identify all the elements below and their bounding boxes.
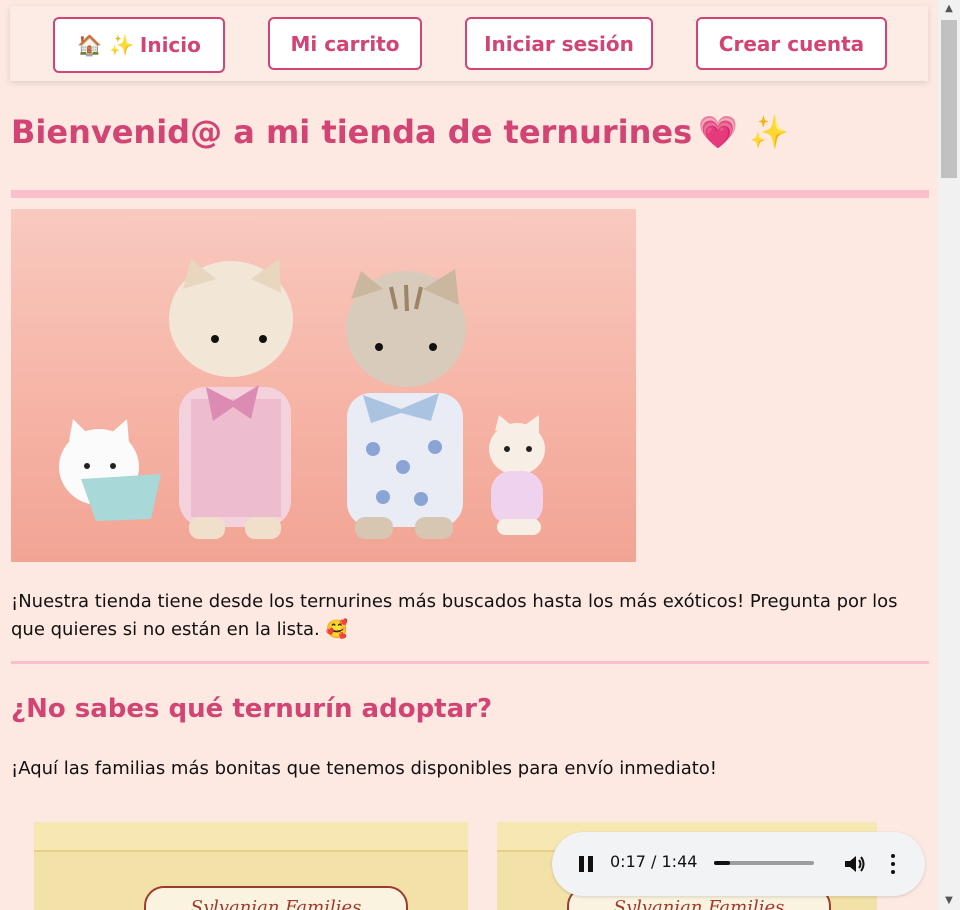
more-options-icon[interactable] [890, 854, 896, 874]
audio-progress-fill [714, 861, 731, 865]
scrollbar[interactable]: ▲ ▼ [938, 0, 960, 910]
hero-figures-illustration [59, 259, 545, 539]
home-sparkle-icon: 🏠 ✨ [77, 33, 134, 57]
navbar: 🏠 ✨ Inicio Mi carrito Iniciar sesión Cre… [10, 6, 928, 81]
scroll-down-arrow-icon[interactable]: ▼ [938, 892, 960, 910]
home-button[interactable]: 🏠 ✨ Inicio [53, 17, 225, 73]
product-card[interactable]: Sylvanian Families [34, 822, 468, 910]
scrollbar-thumb[interactable] [941, 20, 957, 178]
signup-button[interactable]: Crear cuenta [696, 17, 887, 70]
pause-icon[interactable] [578, 856, 594, 874]
section-title: ¿No sabes qué ternurín adoptar? [11, 694, 493, 724]
product-box-top [34, 822, 468, 852]
heart-sparkle-icon: 💗 ✨ [698, 113, 789, 151]
audio-progress-slider[interactable] [714, 861, 814, 865]
page-title-text: Bienvenid@ a mi tienda de ternurines [11, 113, 693, 151]
product-label: Sylvanian Families [144, 886, 408, 910]
page-title: Bienvenid@ a mi tienda de ternurines 💗 ✨ [11, 113, 789, 151]
audio-time: 0:17 / 1:44 [610, 852, 698, 871]
home-button-label: Inicio [139, 33, 201, 57]
cart-button[interactable]: Mi carrito [268, 17, 422, 70]
hero-image [11, 209, 636, 562]
page: 🏠 ✨ Inicio Mi carrito Iniciar sesión Cre… [0, 0, 938, 910]
divider [11, 661, 929, 664]
scroll-up-arrow-icon[interactable]: ▲ [938, 0, 960, 18]
intro-text: ¡Nuestra tienda tiene desde los ternurin… [11, 591, 898, 640]
section-text: ¡Aquí las familias más bonitas que tenem… [11, 758, 718, 779]
login-button[interactable]: Iniciar sesión [465, 17, 653, 70]
audio-player: 0:17 / 1:44 [552, 832, 925, 896]
divider [11, 190, 929, 198]
volume-icon[interactable] [844, 854, 866, 874]
